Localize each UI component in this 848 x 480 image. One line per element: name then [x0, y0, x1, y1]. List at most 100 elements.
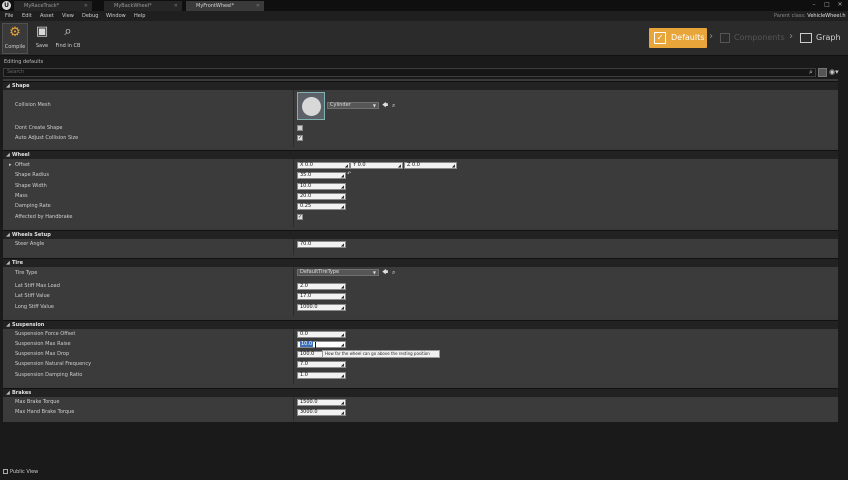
- affected-by-handbrake-checkbox[interactable]: ✓: [297, 214, 303, 220]
- title-bar: U MyRaceTrack* ✕ MyBackWheel* ✕ MyFrontW…: [0, 0, 848, 11]
- public-view-label: Public View: [10, 469, 39, 475]
- minimize-icon[interactable]: –: [808, 0, 820, 10]
- collapse-arrow-icon: ◢: [6, 83, 10, 89]
- column-divider[interactable]: [293, 90, 294, 147]
- spin-icon: ◢: [340, 400, 344, 405]
- category-title: Wheels Setup: [12, 232, 51, 238]
- browse-magnifier-icon[interactable]: ⌕: [392, 102, 395, 109]
- selected-value: 10.0: [300, 341, 314, 347]
- prop-suspension-natural-frequency: Suspension Natural Frequency: [15, 361, 92, 367]
- mode-defaults-button[interactable]: ✓ Defaults: [649, 28, 707, 48]
- category-brakes[interactable]: ◢ Brakes: [3, 388, 838, 397]
- dont-create-shape-checkbox[interactable]: [297, 125, 303, 131]
- mode-graph-button[interactable]: Graph: [800, 28, 841, 48]
- close-tab-icon[interactable]: ✕: [174, 1, 178, 11]
- brakes-section: [3, 397, 838, 421]
- tab-my-front-wheel[interactable]: MyFrontWheel* ✕: [186, 1, 264, 11]
- menu-bar: File Edit Asset View Debug Window Help P…: [0, 11, 848, 21]
- lat-stiff-max-load-input[interactable]: 2.0 ◢: [297, 283, 346, 290]
- steer-angle-input[interactable]: 70.0 ◢: [297, 241, 346, 248]
- category-wheel[interactable]: ◢ Wheel: [3, 150, 838, 159]
- close-tab-icon[interactable]: ✕: [84, 1, 88, 11]
- tab-my-race-track[interactable]: MyRaceTrack* ✕: [14, 1, 92, 11]
- max-hand-brake-torque-input[interactable]: 3000.0 ◢: [297, 409, 346, 416]
- offset-z-input[interactable]: Z 0.0 ◢: [404, 162, 457, 169]
- mass-input[interactable]: 20.0 ◢: [297, 193, 346, 200]
- spin-icon: ◢: [340, 194, 344, 199]
- wheels-setup-section: [3, 239, 838, 255]
- compile-icon: ⚙: [9, 25, 21, 40]
- prop-suspension-max-raise: Suspension Max Raise: [15, 341, 71, 347]
- spin-icon: ◢: [397, 163, 401, 168]
- compile-button[interactable]: ⚙ Compile: [2, 23, 28, 54]
- value: 1500.0: [300, 399, 318, 405]
- suspension-natural-frequency-input[interactable]: 7.0 ◢: [297, 361, 346, 368]
- public-view-toggle[interactable]: Public View: [3, 469, 38, 475]
- wheel-section: [3, 159, 838, 227]
- close-window-icon[interactable]: ✕: [834, 0, 846, 10]
- search-input[interactable]: Search: [3, 68, 816, 77]
- use-selected-arrow-icon[interactable]: 🡄: [382, 102, 388, 109]
- reset-to-default-icon[interactable]: ↶: [347, 171, 351, 178]
- tooltip: How far the wheel can go above the resti…: [322, 350, 440, 358]
- lat-stiff-value-input[interactable]: 17.0 ◢: [297, 293, 346, 300]
- category-shape[interactable]: ◢ Shape: [3, 81, 838, 90]
- offset-x-input[interactable]: X 0.0 ◢: [297, 162, 350, 169]
- menu-file[interactable]: File: [5, 11, 13, 21]
- auto-adjust-checkbox[interactable]: ✓: [297, 135, 303, 141]
- view-options-icon[interactable]: ◉▾: [829, 68, 843, 77]
- chevron-down-icon: ▼: [372, 103, 376, 108]
- prop-suspension-force-offset: Suspension Force Offset: [15, 331, 76, 337]
- collision-mesh-combo[interactable]: Cylinder ▼: [327, 102, 379, 109]
- offset-y-input[interactable]: Y 0.0 ◢: [350, 162, 403, 169]
- prop-lat-stiff-max-load: Lat Stiff Max Load: [15, 283, 60, 289]
- category-wheels-setup[interactable]: ◢ Wheels Setup: [3, 230, 838, 239]
- shape-radius-input[interactable]: 35.0 ◢: [297, 172, 346, 179]
- menu-view[interactable]: View: [62, 11, 74, 21]
- find-in-cb-button[interactable]: ⌕ Find in CB: [55, 23, 81, 54]
- prop-tire-type: Tire Type: [15, 270, 38, 276]
- column-divider[interactable]: [293, 329, 294, 384]
- search-icon[interactable]: ⌕: [806, 68, 816, 77]
- menu-help[interactable]: Help: [134, 11, 145, 21]
- combo-value: DefaultTireType: [300, 269, 340, 275]
- category-title: Wheel: [12, 152, 30, 158]
- components-icon: [720, 33, 730, 43]
- menu-debug[interactable]: Debug: [82, 11, 98, 21]
- property-matrix-icon[interactable]: [818, 68, 827, 77]
- category-tire[interactable]: ◢ Tire: [3, 258, 838, 267]
- value: 17.0: [300, 293, 312, 299]
- menu-edit[interactable]: Edit: [22, 11, 32, 21]
- column-divider[interactable]: [293, 397, 294, 421]
- category-suspension[interactable]: ◢ Suspension: [3, 320, 838, 329]
- mode-components-button[interactable]: Components: [720, 28, 785, 48]
- long-stiff-value-input[interactable]: 1000.0 ◢: [297, 304, 346, 311]
- save-label: Save: [35, 43, 49, 49]
- close-tab-icon[interactable]: ✕: [256, 1, 260, 11]
- column-divider[interactable]: [293, 159, 294, 227]
- suspension-damping-ratio-input[interactable]: 1.0 ◢: [297, 372, 346, 379]
- suspension-force-offset-input[interactable]: 0.0 ◢: [297, 331, 346, 338]
- save-button[interactable]: ▣ Save: [29, 23, 55, 54]
- mesh-thumbnail[interactable]: [297, 92, 325, 120]
- use-selected-arrow-icon[interactable]: 🡄: [382, 269, 388, 276]
- spin-icon: ◢: [340, 204, 344, 209]
- value: 3000.0: [300, 409, 318, 415]
- prop-max-brake-torque: Max Brake Torque: [15, 399, 60, 405]
- column-divider[interactable]: [293, 239, 294, 255]
- mode-graph-label: Graph: [816, 33, 841, 42]
- suspension-max-raise-input[interactable]: 10.0 ◢: [297, 341, 346, 348]
- menu-window[interactable]: Window: [106, 11, 126, 21]
- damping-rate-input[interactable]: 0.25 ◢: [297, 203, 346, 210]
- maximize-icon[interactable]: □: [821, 0, 833, 10]
- expand-arrow-icon[interactable]: ▸: [9, 162, 12, 168]
- shape-width-input[interactable]: 10.0 ◢: [297, 183, 346, 190]
- category-title: Tire: [12, 260, 23, 266]
- column-divider[interactable]: [293, 267, 294, 316]
- parent-class-value[interactable]: VehicleWheel.h: [807, 13, 845, 19]
- tire-type-combo[interactable]: DefaultTireType ▼: [297, 269, 379, 276]
- tab-my-back-wheel[interactable]: MyBackWheel* ✕: [104, 1, 182, 11]
- menu-asset[interactable]: Asset: [40, 11, 54, 21]
- max-brake-torque-input[interactable]: 1500.0 ◢: [297, 399, 346, 406]
- browse-magnifier-icon[interactable]: ⌕: [392, 269, 395, 276]
